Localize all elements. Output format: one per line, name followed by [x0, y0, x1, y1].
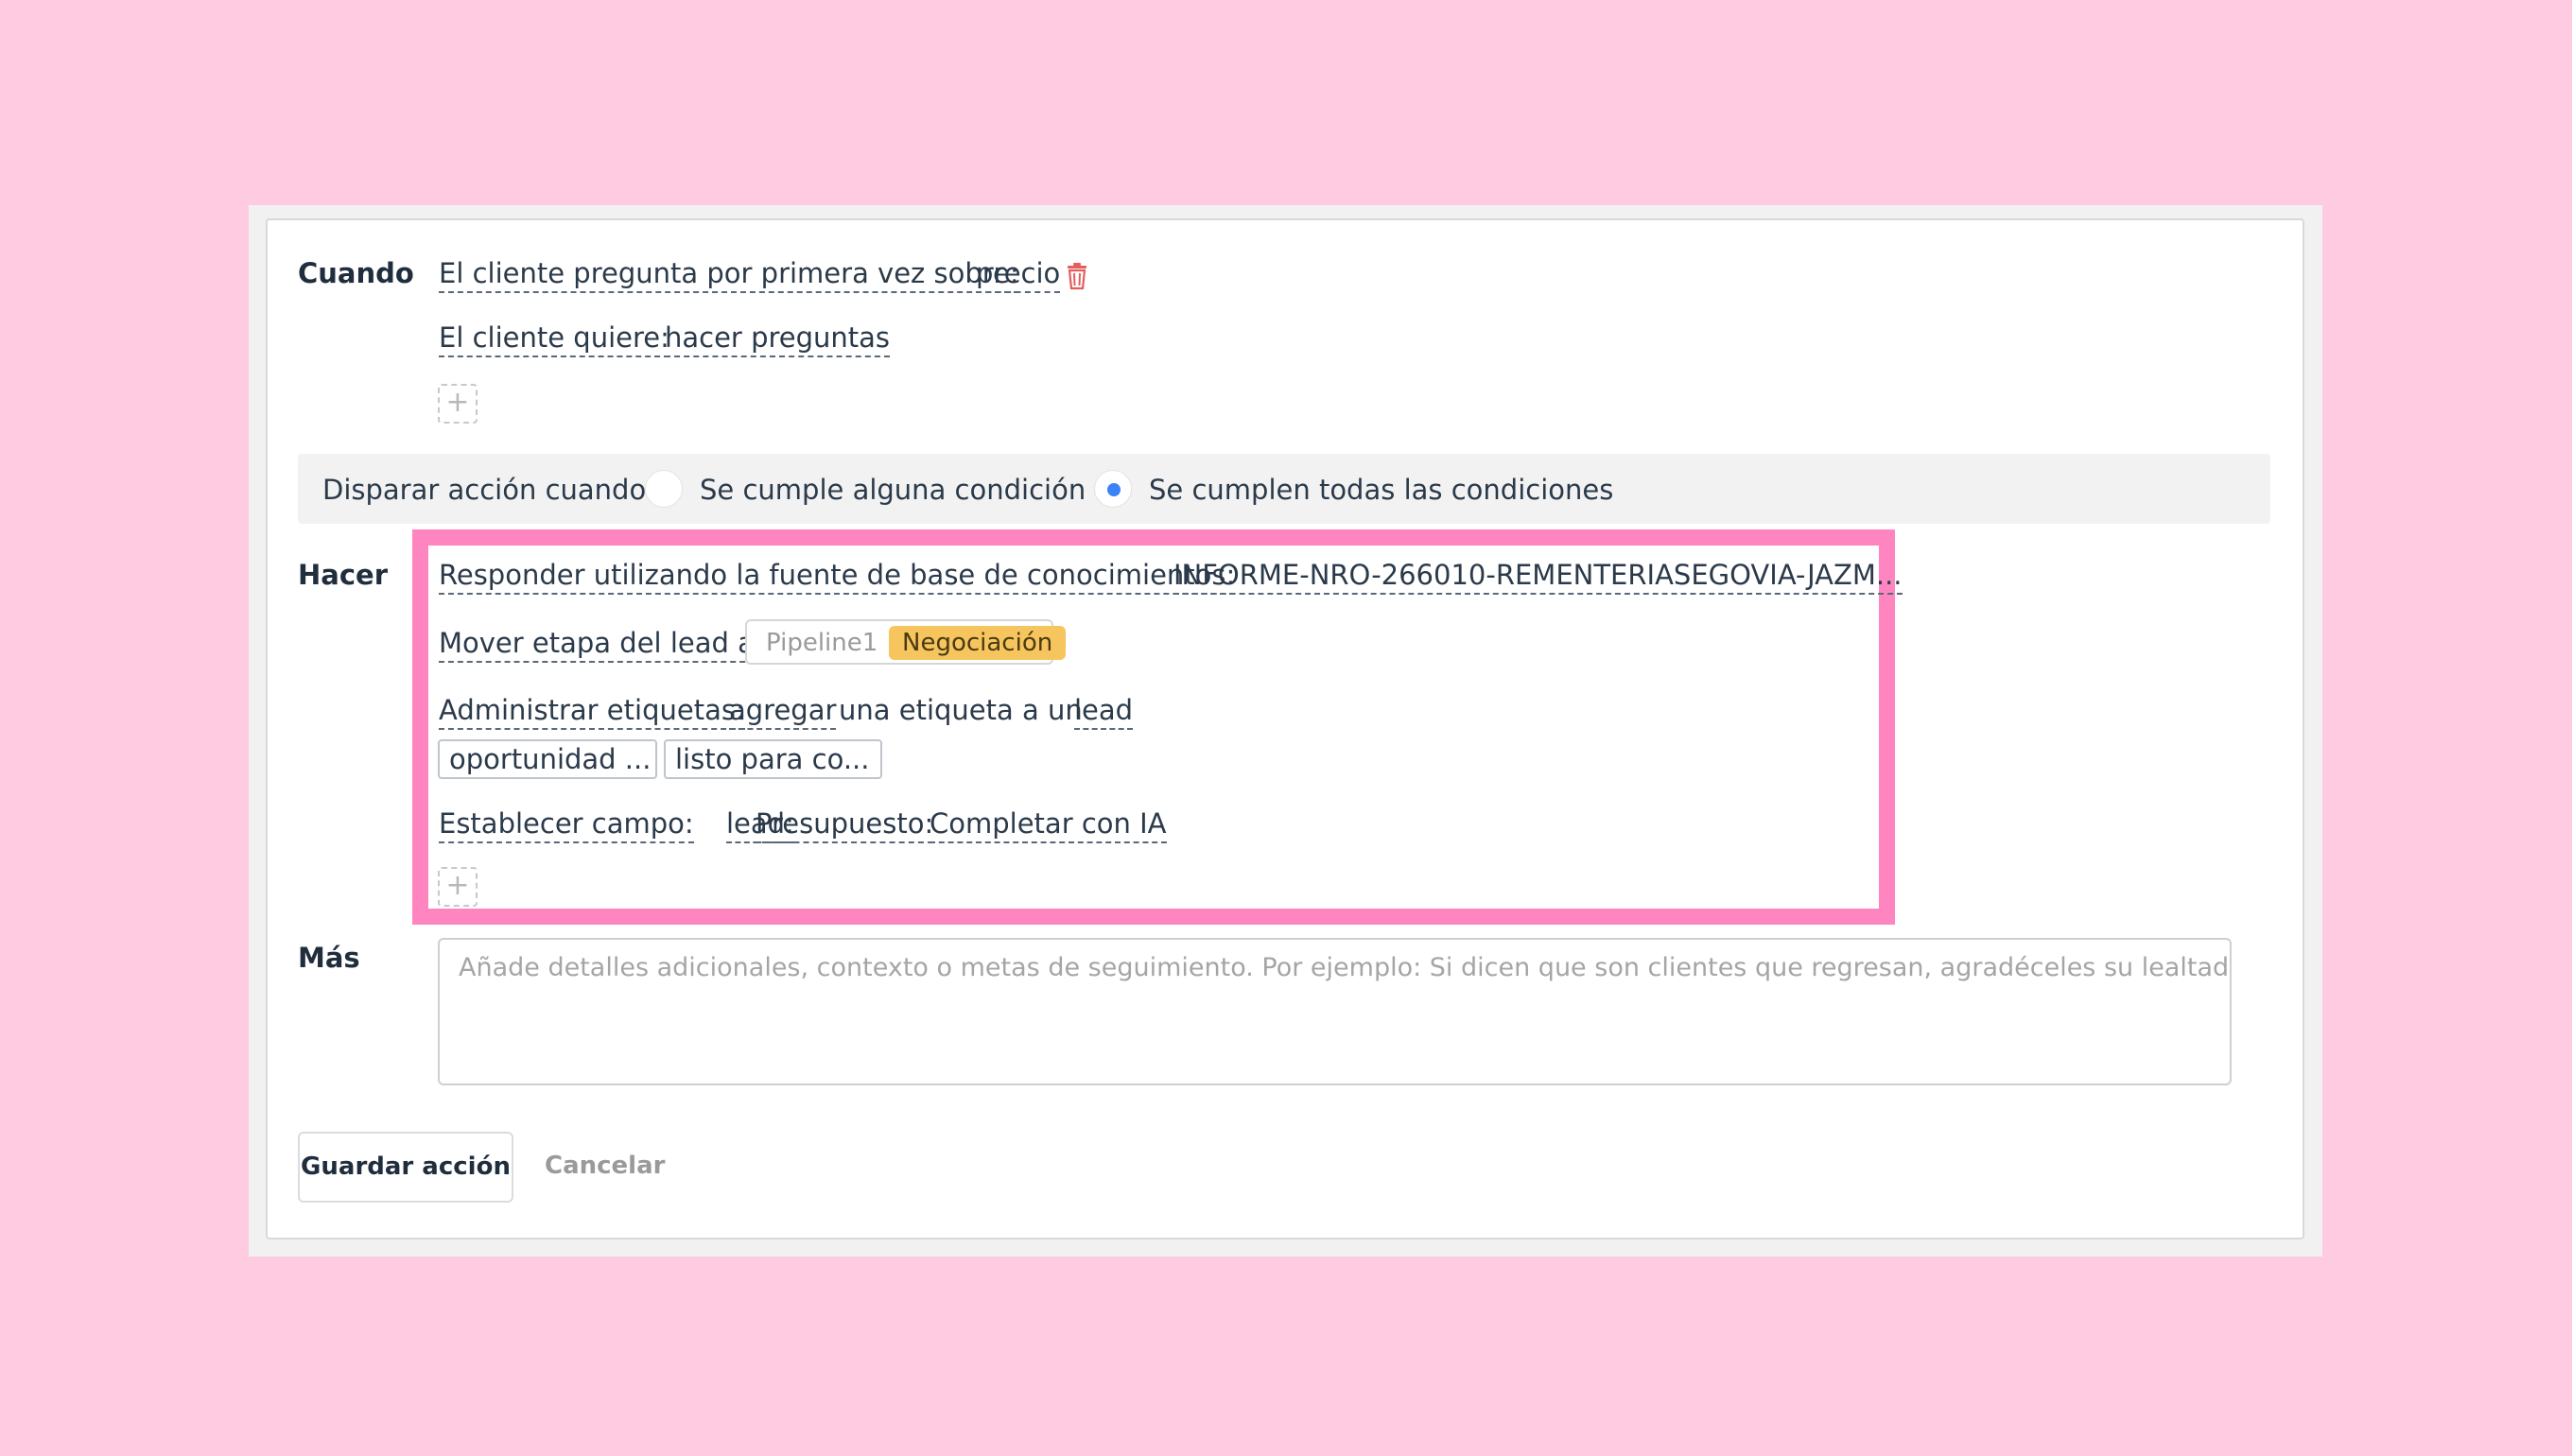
manage-tags-label[interactable]: Administrar etiquetas:: [439, 694, 745, 730]
plus-icon: +: [445, 869, 470, 902]
more-section-label: Más: [298, 942, 360, 974]
condition-2-value[interactable]: hacer preguntas: [665, 321, 891, 357]
pipeline-name: Pipeline1: [766, 629, 878, 657]
condition-1-value[interactable]: precio: [976, 257, 1061, 293]
trigger-label: Disparar acción cuando:: [322, 474, 655, 506]
save-action-button[interactable]: Guardar acción: [298, 1132, 513, 1203]
radio-any-condition[interactable]: [645, 470, 683, 508]
tag-chip-label: oportunidad ...: [449, 743, 652, 775]
do-section-label: Hacer: [298, 559, 389, 591]
condition-2-label[interactable]: El cliente quiere:: [439, 321, 669, 357]
tag-action-text: una etiqueta a un: [839, 694, 1083, 726]
add-condition-button[interactable]: +: [438, 384, 478, 424]
tag-chip-label: listo para co...: [675, 743, 870, 775]
option-all-conditions-label[interactable]: Se cumplen todas las condiciones: [1149, 474, 1613, 506]
tag-operation[interactable]: agregar: [729, 694, 837, 730]
option-any-condition-label[interactable]: Se cumple alguna condición: [700, 474, 1086, 506]
when-section-label: Cuando: [298, 257, 414, 289]
cancel-button[interactable]: Cancelar: [545, 1152, 665, 1180]
stage-badge: Negociación: [889, 626, 1067, 660]
knowledge-source-value[interactable]: INFORME-NRO-266010-REMENTERIASEGOVIA-JAZ…: [1173, 559, 1903, 595]
additional-details-textarea[interactable]: Añade detalles adicionales, contexto o m…: [438, 938, 2232, 1085]
textarea-placeholder: Añade detalles adicionales, contexto o m…: [459, 953, 2232, 982]
add-action-button[interactable]: +: [438, 867, 478, 907]
radio-selected-dot: [1107, 483, 1121, 496]
field-name[interactable]: Presupuesto:: [756, 807, 934, 843]
plus-icon: +: [445, 386, 470, 419]
radio-all-conditions[interactable]: [1094, 470, 1132, 508]
move-stage-label[interactable]: Mover etapa del lead a:: [439, 627, 764, 663]
field-value[interactable]: Completar con IA: [930, 807, 1167, 843]
tag-chip[interactable]: oportunidad ...: [438, 739, 657, 779]
set-field-label[interactable]: Establecer campo:: [439, 807, 694, 843]
trash-icon[interactable]: [1066, 262, 1088, 290]
respond-action-label[interactable]: Responder utilizando la fuente de base d…: [439, 559, 1236, 595]
pipeline-stage-selector[interactable]: Pipeline1 Negociación: [745, 619, 1067, 665]
condition-1-label[interactable]: El cliente pregunta por primera vez sobr…: [439, 257, 1019, 293]
tag-chip[interactable]: listo para co...: [664, 739, 882, 779]
tag-entity[interactable]: lead: [1074, 694, 1134, 730]
